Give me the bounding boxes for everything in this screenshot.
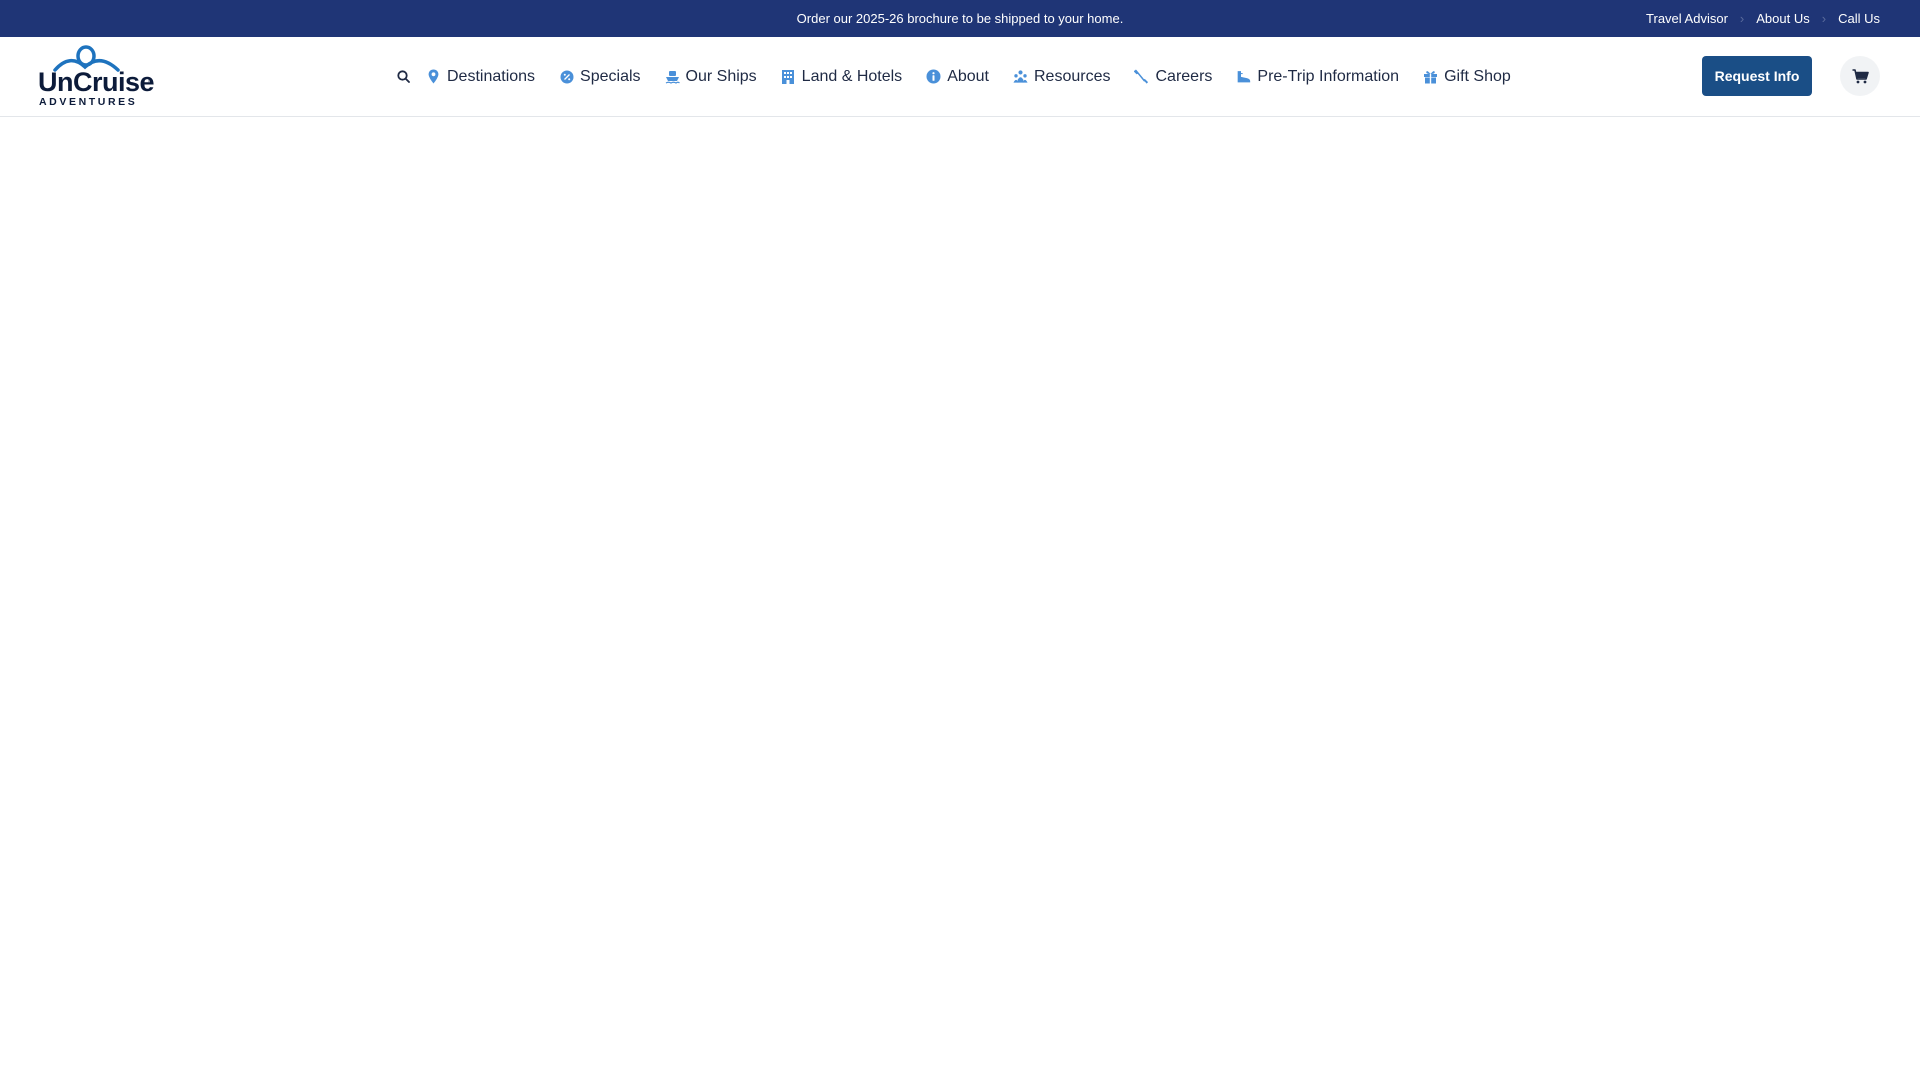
call-us-link[interactable]: Call Us [1838, 11, 1880, 26]
paddle-icon [1134, 69, 1149, 84]
site-header: UnCruise ® ADVENTURES Destinations Speci… [0, 37, 1920, 117]
nav-pre-trip-information-label: Pre-Trip Information [1257, 67, 1400, 85]
hotel-icon [781, 69, 796, 84]
uncruise-logo[interactable]: UnCruise ® ADVENTURES [38, 45, 155, 109]
request-info-button[interactable]: Request Info [1702, 56, 1812, 96]
brochure-promo-link[interactable]: Order our 2025-26 brochure to be shipped… [797, 11, 1124, 26]
search-icon[interactable] [392, 66, 414, 88]
logo-subtitle: ADVENTURES [39, 96, 138, 108]
cart-icon [1852, 68, 1869, 83]
map-pin-icon [426, 69, 441, 84]
gift-icon [1423, 69, 1438, 84]
nav-our-ships[interactable]: Our Ships [665, 68, 757, 86]
page-content-area [0, 117, 1920, 1080]
nav-careers[interactable]: Careers [1134, 68, 1212, 86]
percent-badge-icon [559, 69, 574, 84]
travel-advisor-link[interactable]: Travel Advisor [1646, 11, 1728, 26]
nav-destinations[interactable]: Destinations [426, 68, 535, 86]
ship-icon [665, 69, 680, 84]
nav-destinations-label: Destinations [447, 67, 536, 85]
boot-icon [1236, 69, 1251, 84]
chevron-right-icon: › [1821, 11, 1827, 26]
cart-button[interactable] [1840, 56, 1880, 96]
nav-our-ships-label: Our Ships [685, 67, 757, 85]
nav-resources-label: Resources [1034, 67, 1111, 85]
utility-links: Travel Advisor › About Us › Call Us [1646, 0, 1880, 37]
nav-resources[interactable]: Resources [1013, 68, 1110, 86]
main-navigation: Destinations Specials Our Ships Land & H… [392, 37, 1511, 116]
nav-about[interactable]: About [926, 68, 989, 86]
nav-about-label: About [947, 67, 989, 85]
nav-careers-label: Careers [1155, 67, 1213, 85]
info-icon [926, 69, 941, 84]
nav-pre-trip-information[interactable]: Pre-Trip Information [1236, 68, 1399, 86]
about-us-link[interactable]: About Us [1756, 11, 1809, 26]
nav-land-hotels-label: Land & Hotels [801, 67, 903, 85]
nav-specials[interactable]: Specials [559, 67, 641, 86]
chevron-right-icon: › [1739, 11, 1745, 26]
logo-wordmark: UnCruise [38, 67, 155, 97]
nav-land-hotels[interactable]: Land & Hotels [781, 67, 903, 86]
nav-gift-shop[interactable]: Gift Shop [1423, 68, 1511, 86]
logo-registered-mark: ® [148, 79, 153, 85]
nav-specials-label: Specials [580, 67, 641, 85]
nav-gift-shop-label: Gift Shop [1444, 67, 1511, 85]
people-group-icon [1013, 69, 1028, 84]
announcement-bar: Order our 2025-26 brochure to be shipped… [0, 0, 1920, 37]
